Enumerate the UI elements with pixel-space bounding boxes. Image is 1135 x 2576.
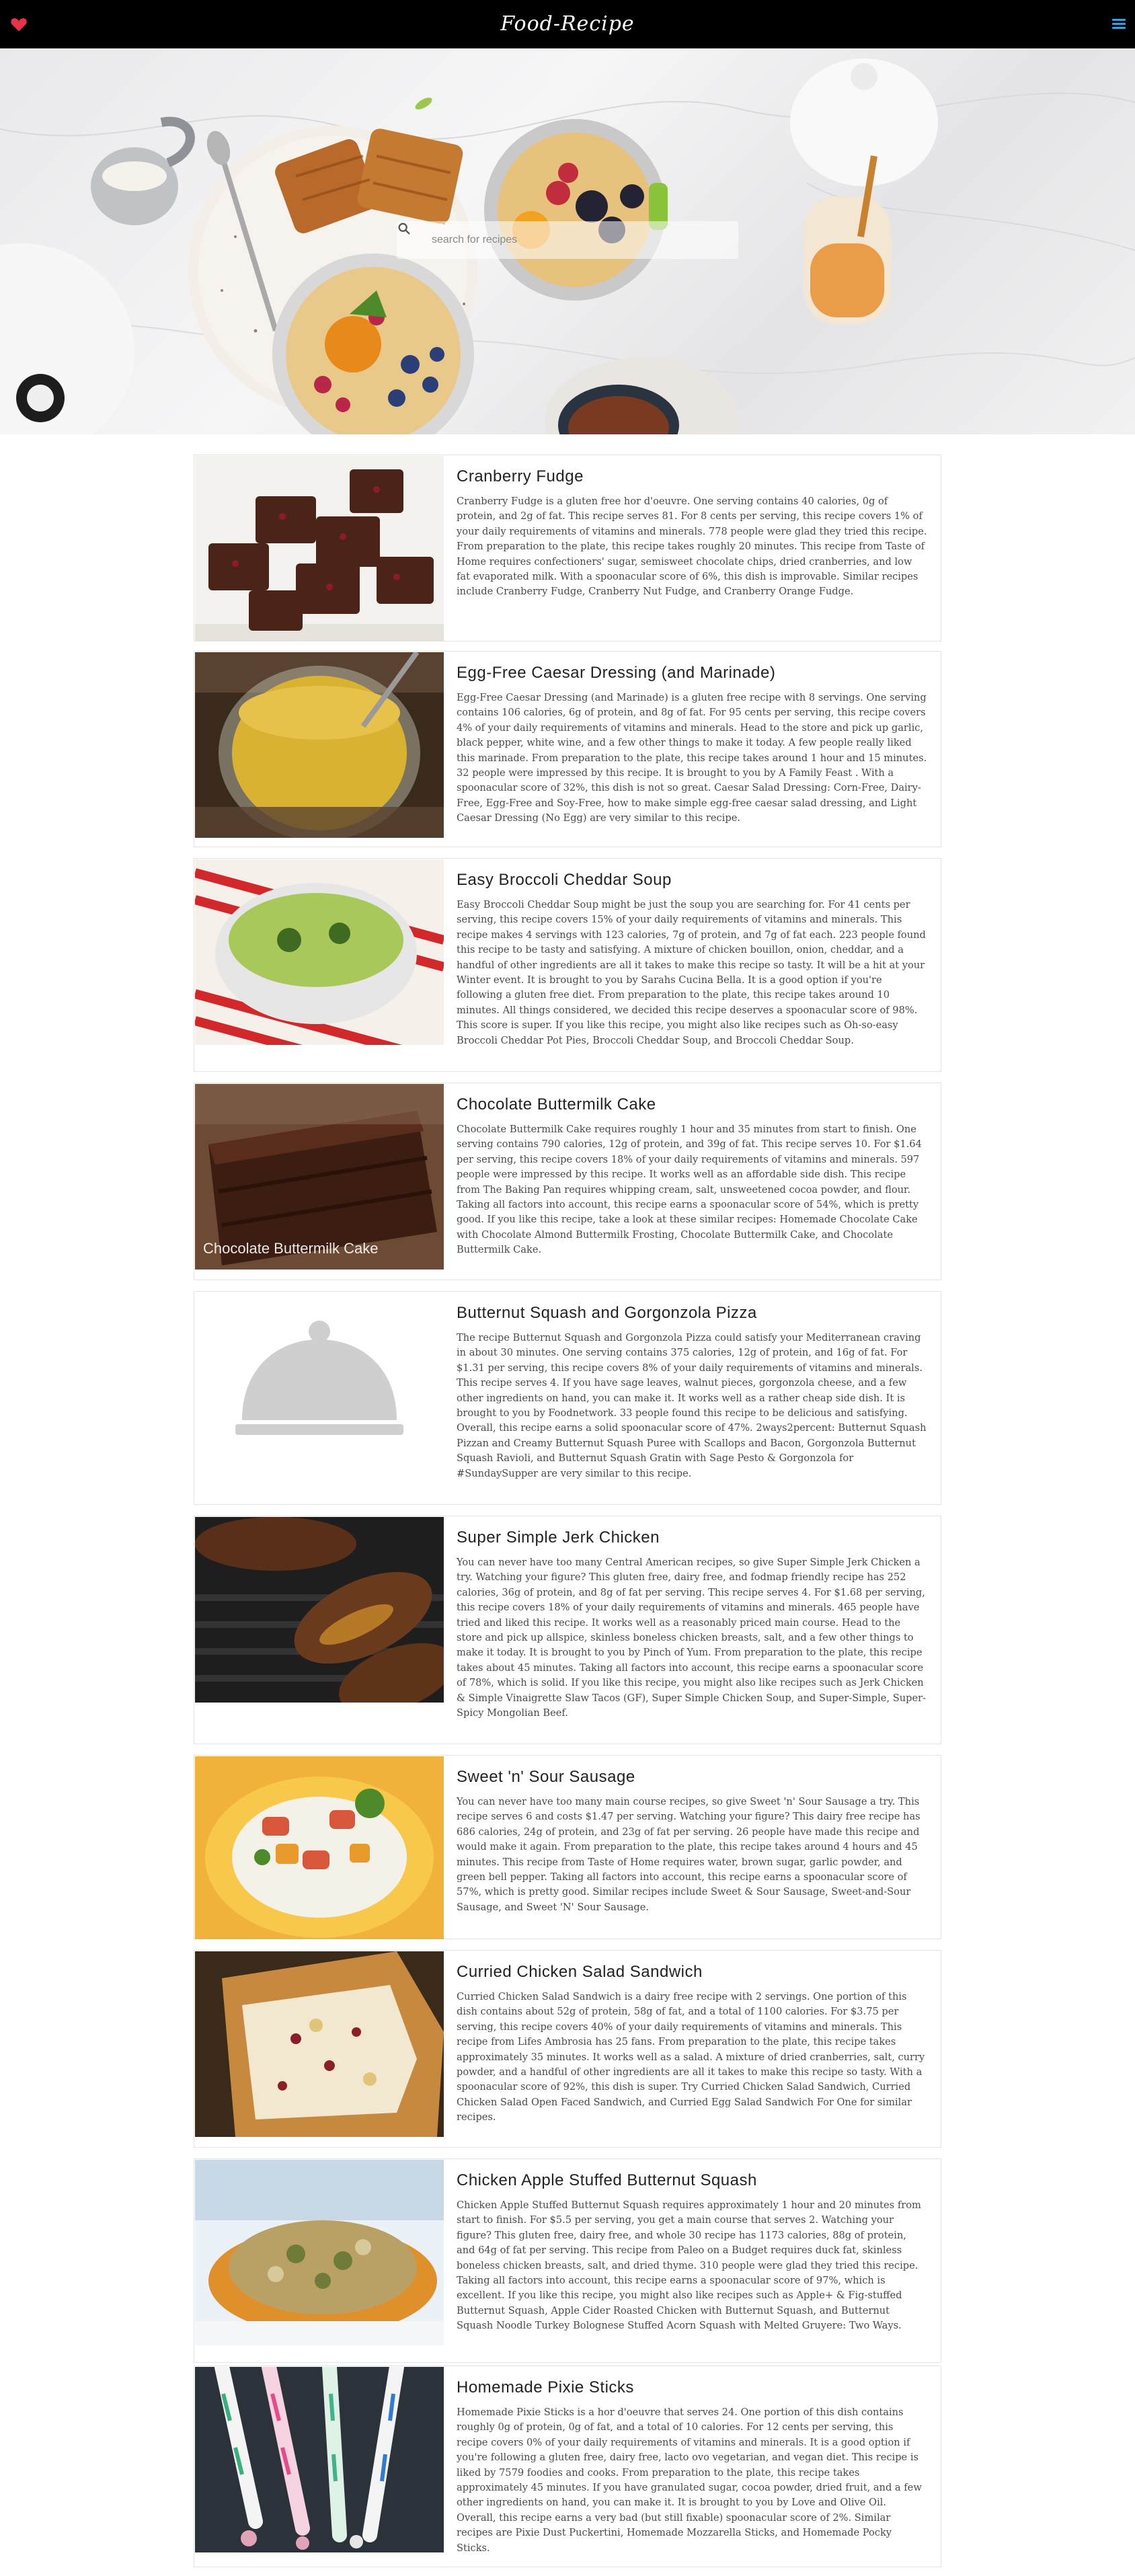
recipe-card[interactable]: Chocolate Buttermilk Cake Chocolate Butt… (194, 1083, 941, 1280)
recipe-title[interactable]: Easy Broccoli Cheddar Soup (457, 871, 927, 890)
recipe-title[interactable]: Chicken Apple Stuffed Butternut Squash (457, 2171, 927, 2190)
recipe-card[interactable]: Easy Broccoli Cheddar Soup Easy Broccoli… (194, 858, 941, 1072)
recipe-summary: Curried Chicken Salad Sandwich is a dair… (457, 1991, 925, 2123)
recipe-card[interactable]: Chicken Apple Stuffed Butternut Squash C… (194, 2158, 941, 2363)
recipe-body: Chocolate Buttermilk Cake Chocolate Butt… (457, 1095, 927, 1258)
recipe-image[interactable] (195, 1292, 444, 1478)
recipe-card[interactable]: Curried Chicken Salad Sandwich Curried C… (194, 1950, 941, 2148)
search-bar (397, 221, 738, 259)
recipe-image[interactable] (195, 859, 444, 1045)
top-navbar: Food-Recipe (0, 0, 1135, 48)
recipe-image[interactable] (195, 652, 444, 838)
search-input[interactable] (432, 227, 728, 253)
recipe-image[interactable] (195, 456, 444, 641)
recipe-title[interactable]: Sweet 'n' Sour Sausage (457, 1768, 927, 1787)
recipe-body: Egg-Free Caesar Dressing (and Marinade) … (457, 664, 927, 826)
soup-photo (195, 859, 444, 1045)
pixie-sticks-photo (195, 2367, 444, 2552)
recipe-image[interactable] (195, 1951, 444, 2137)
cloche-placeholder-icon (235, 1321, 403, 1435)
sausage-plate-photo (195, 1756, 444, 1939)
recipe-summary: Homemade Pixie Sticks is a hor d'oeuvre … (457, 2407, 922, 2554)
recipe-body: Easy Broccoli Cheddar Soup Easy Broccoli… (457, 871, 927, 1048)
recipe-body: Homemade Pixie Sticks Homemade Pixie Sti… (457, 2378, 927, 2556)
recipe-title[interactable]: Super Simple Jerk Chicken (457, 1528, 927, 1547)
recipe-body: Cranberry Fudge Cranberry Fudge is a glu… (457, 467, 927, 600)
recipe-card[interactable]: Sweet 'n' Sour Sausage You can never hav… (194, 1755, 941, 1939)
recipe-title[interactable]: Butternut Squash and Gorgonzola Pizza (457, 1304, 927, 1323)
recipe-image[interactable] (195, 1517, 444, 1703)
sandwich-photo (195, 1951, 444, 2137)
recipe-title[interactable]: Cranberry Fudge (457, 467, 927, 486)
recipe-body: Sweet 'n' Sour Sausage You can never hav… (457, 1768, 927, 1915)
image-caption: Chocolate Buttermilk Cake (203, 1240, 379, 1257)
dressing-photo (195, 652, 444, 838)
hamburger-menu-icon[interactable] (1112, 19, 1126, 30)
recipe-image[interactable] (195, 2367, 444, 2552)
stuffed-squash-photo (195, 2160, 444, 2345)
recipe-summary: Easy Broccoli Cheddar Soup might be just… (457, 899, 926, 1046)
recipe-summary: Cranberry Fudge is a gluten free hor d'o… (457, 496, 927, 598)
recipe-card[interactable]: Super Simple Jerk Chicken You can never … (194, 1516, 941, 1744)
recipe-title[interactable]: Homemade Pixie Sticks (457, 2378, 927, 2397)
fudge-photo (195, 456, 444, 641)
recipe-summary: Egg-Free Caesar Dressing (and Marinade) … (457, 692, 927, 824)
recipe-body: Curried Chicken Salad Sandwich Curried C… (457, 1963, 927, 2125)
recipe-title[interactable]: Chocolate Buttermilk Cake (457, 1095, 927, 1114)
recipe-summary: The recipe Butternut Squash and Gorgonzo… (457, 1332, 927, 1479)
jerk-chicken-photo (195, 1517, 444, 1703)
recipe-summary: You can never have too many Central Amer… (457, 1557, 927, 1719)
recipe-summary: You can never have too many main course … (457, 1796, 921, 1913)
recipe-card[interactable]: Egg-Free Caesar Dressing (and Marinade) … (194, 651, 941, 847)
recipe-title[interactable]: Curried Chicken Salad Sandwich (457, 1963, 927, 1982)
recipe-body: Butternut Squash and Gorgonzola Pizza Th… (457, 1304, 927, 1481)
recipe-image[interactable] (195, 1756, 444, 1939)
recipe-title[interactable]: Egg-Free Caesar Dressing (and Marinade) (457, 664, 927, 682)
search-icon[interactable] (397, 221, 412, 236)
recipe-body: Chicken Apple Stuffed Butternut Squash C… (457, 2171, 927, 2334)
recipe-summary: Chocolate Buttermilk Cake requires rough… (457, 1124, 922, 1256)
recipe-card[interactable]: Cranberry Fudge Cranberry Fudge is a glu… (194, 455, 941, 641)
recipe-body: Super Simple Jerk Chicken You can never … (457, 1528, 927, 1721)
hero-banner (0, 48, 1135, 434)
recipe-card[interactable]: Homemade Pixie Sticks Homemade Pixie Sti… (194, 2366, 941, 2567)
recipe-image[interactable] (195, 2160, 444, 2345)
recipe-card[interactable]: Butternut Squash and Gorgonzola Pizza Th… (194, 1291, 941, 1505)
app-title[interactable]: Food-Recipe (0, 12, 1135, 36)
recipe-summary: Chicken Apple Stuffed Butternut Squash r… (457, 2199, 921, 2332)
recipe-image[interactable]: Chocolate Buttermilk Cake (195, 1084, 444, 1270)
